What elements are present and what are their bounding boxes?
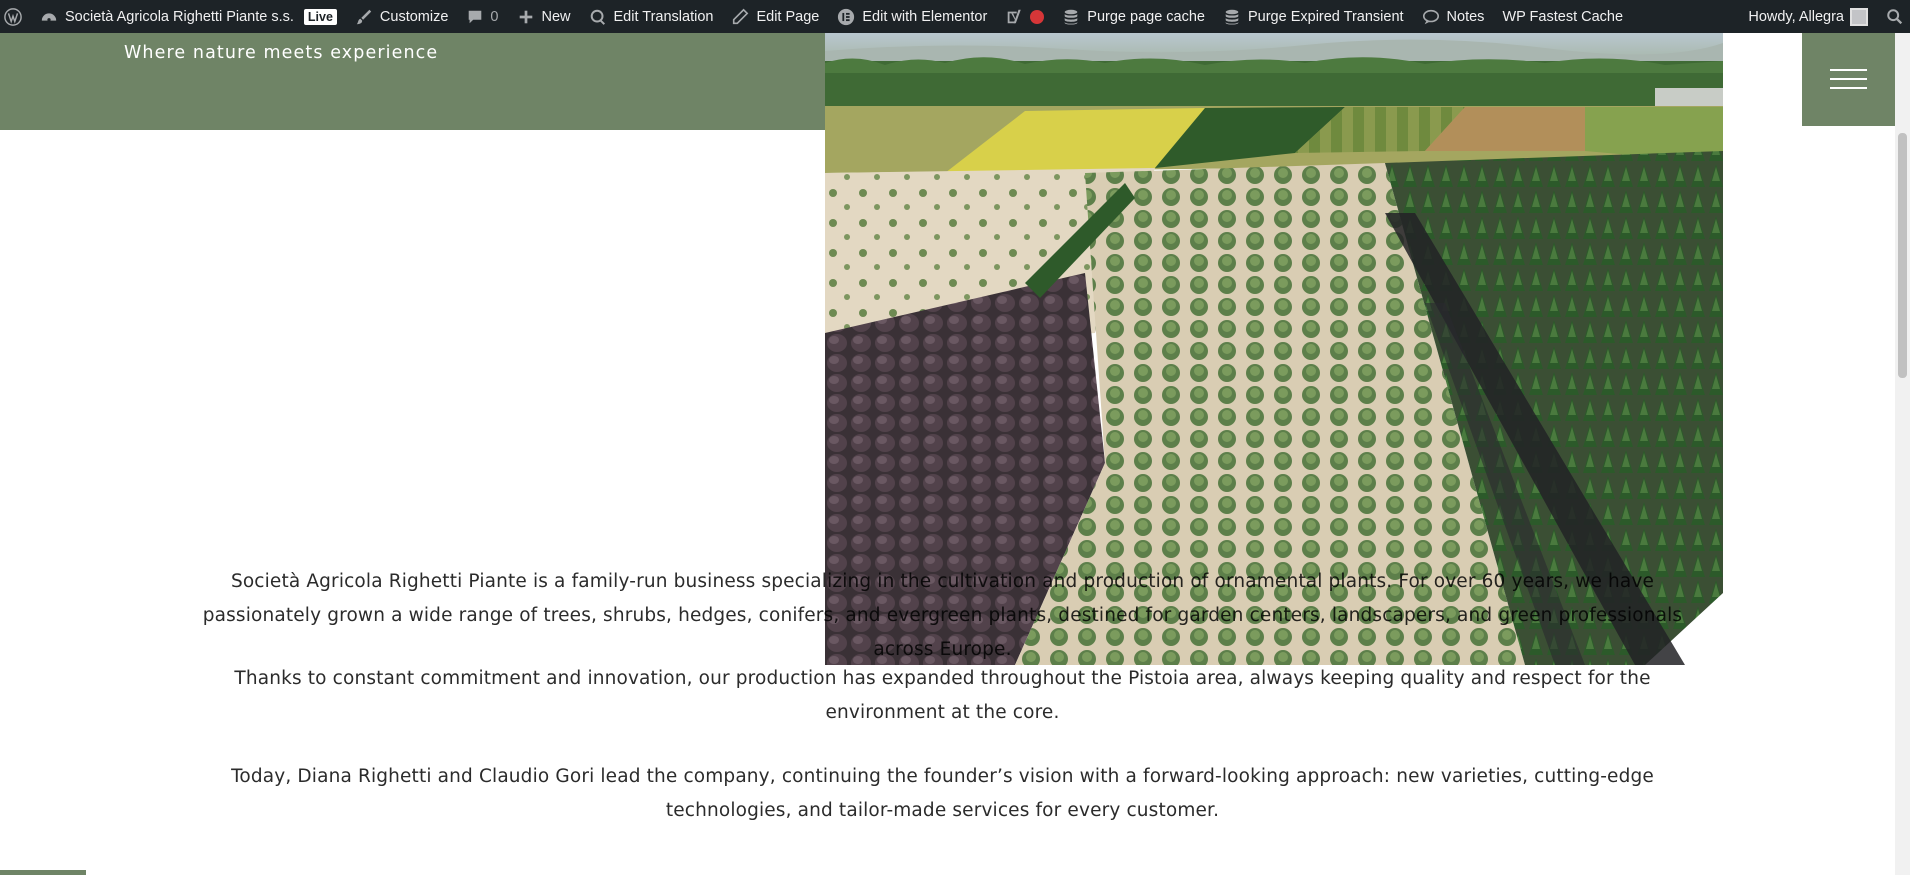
edit-with-elementor-label: Edit with Elementor xyxy=(862,8,988,25)
header-band: Where nature meets experience xyxy=(0,33,825,130)
notes-label: Notes xyxy=(1446,8,1485,25)
site-name-label: Società Agricola Righetti Piante s.s. xyxy=(65,8,294,25)
comments-button[interactable]: 0 xyxy=(457,0,507,33)
yoast-seo-button[interactable] xyxy=(996,0,1053,33)
elementor-icon xyxy=(837,8,855,26)
leadership-paragraph: Today, Diana Righetti and Claudio Gori l… xyxy=(231,766,1654,821)
comment-icon xyxy=(466,8,484,26)
wp-fastest-cache-label: WP Fastest Cache xyxy=(1502,8,1624,25)
translate-icon xyxy=(589,8,607,26)
speech-bubble-icon xyxy=(1422,8,1440,26)
dashboard-icon xyxy=(40,8,58,26)
new-content-button[interactable]: New xyxy=(508,0,580,33)
menu-toggle-button[interactable] xyxy=(1802,33,1895,126)
growth-paragraph: Thanks to constant commitment and innova… xyxy=(234,668,1651,723)
paintbrush-icon xyxy=(355,8,373,26)
bottom-accent-bar xyxy=(0,870,86,875)
wp-fastest-cache-button[interactable]: WP Fastest Cache xyxy=(1493,0,1632,33)
edit-page-button[interactable]: Edit Page xyxy=(722,0,828,33)
notes-button[interactable]: Notes xyxy=(1413,0,1494,33)
scrollbar-thumb[interactable] xyxy=(1898,133,1907,378)
wordpress-logo-button[interactable] xyxy=(0,0,31,33)
seo-status-dot xyxy=(1030,9,1045,24)
search-icon xyxy=(1886,8,1904,26)
edit-translation-button[interactable]: Edit Translation xyxy=(580,0,723,33)
database-icon xyxy=(1062,8,1080,26)
purge-page-cache-label: Purge page cache xyxy=(1087,8,1205,25)
edit-page-label: Edit Page xyxy=(756,8,820,25)
edit-translation-label: Edit Translation xyxy=(613,8,714,25)
admin-search-button[interactable] xyxy=(1877,0,1910,33)
new-label: New xyxy=(541,8,571,25)
database-icon xyxy=(1223,8,1241,26)
plus-icon xyxy=(517,8,535,26)
page-scrollbar[interactable] xyxy=(1895,33,1910,875)
site-tagline: Where nature meets experience xyxy=(124,43,439,63)
intro-paragraph: Società Agricola Righetti Piante is a fa… xyxy=(202,571,1683,660)
yoast-icon xyxy=(1005,8,1023,26)
avatar xyxy=(1850,7,1868,26)
comments-count: 0 xyxy=(490,8,499,25)
pencil-icon xyxy=(731,8,749,26)
howdy-label: Howdy, Allegra xyxy=(1748,8,1844,25)
customize-label: Customize xyxy=(379,8,449,25)
wp-admin-bar: Società Agricola Righetti Piante s.s. Li… xyxy=(0,0,1910,33)
customize-button[interactable]: Customize xyxy=(346,0,458,33)
site-name-menu[interactable]: Società Agricola Righetti Piante s.s. Li… xyxy=(31,0,346,33)
edit-with-elementor-button[interactable]: Edit with Elementor xyxy=(828,0,996,33)
account-menu[interactable]: Howdy, Allegra xyxy=(1739,0,1877,33)
purge-expired-transient-button[interactable]: Purge Expired Transient xyxy=(1214,0,1413,33)
purge-expired-transient-label: Purge Expired Transient xyxy=(1247,8,1404,25)
purge-page-cache-button[interactable]: Purge page cache xyxy=(1053,0,1214,33)
wordpress-icon xyxy=(4,7,22,26)
live-badge: Live xyxy=(303,8,337,25)
